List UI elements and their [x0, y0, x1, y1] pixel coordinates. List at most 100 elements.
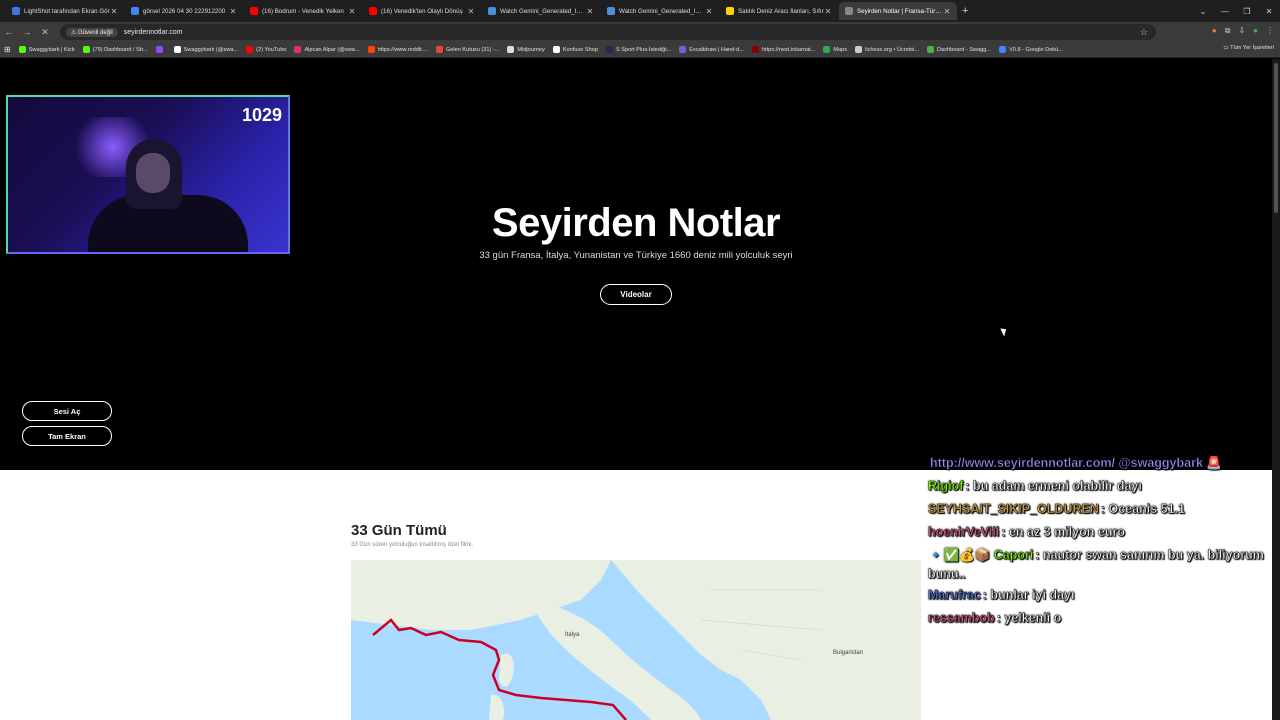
downloads-icon[interactable]: ⇩ — [1238, 26, 1245, 36]
address-bar-row: ← → ✕ ⚠ Güvenli değil seyirdennotlar.com… — [0, 22, 1280, 42]
browser-tab[interactable]: Seyirden Notlar | Fransa-Türkiye ✕ — [839, 2, 957, 20]
tab-close-icon[interactable]: ✕ — [229, 7, 237, 16]
browser-tab[interactable]: (16) Bodrum - Venedik Yelken ✕ — [244, 2, 362, 20]
tab-title: LightShot tarafından Ekran Gör — [24, 7, 110, 15]
tab-favicon-icon — [131, 7, 139, 15]
fullscreen-button[interactable]: Tam Ekran — [22, 426, 112, 446]
bookmark-favicon-icon — [855, 46, 863, 53]
apps-grid-icon[interactable]: ⊞ — [4, 45, 11, 54]
tab-close-icon[interactable]: ✕ — [586, 7, 594, 16]
tab-search-icon[interactable]: ⌄ — [1192, 7, 1214, 16]
profile-avatar-icon[interactable]: ● — [1253, 26, 1258, 36]
bookmark-item[interactable]: S Sport Plus-İstediği... — [605, 46, 672, 53]
bookmark-favicon-icon — [751, 46, 759, 53]
tab-favicon-icon — [845, 7, 853, 15]
bookmark-item[interactable]: Konfuse Shop — [552, 46, 598, 53]
bookmark-label: Alpcan Alpar (@swa... — [304, 46, 360, 53]
maximize-button[interactable]: ❐ — [1236, 7, 1258, 16]
security-chip[interactable]: ⚠ Güvenli değil — [66, 27, 118, 37]
bookmark-favicon-icon — [82, 46, 90, 53]
tab-favicon-icon — [250, 7, 258, 15]
chat-message: SEYHSAIT_SIKIP_OLDUREN: Oceanis 51.1 — [928, 498, 1274, 521]
back-icon[interactable]: ← — [0, 27, 18, 37]
omnibox[interactable]: ⚠ Güvenli değil seyirdennotlar.com ☆ — [60, 24, 1156, 40]
bookmark-item[interactable]: (79) Dashboard / Str... — [82, 46, 148, 53]
browser-tab[interactable]: Watch Gemini_Generated_Imag ✕ — [601, 2, 719, 20]
bookmark-item[interactable]: https://next.inkarnat... — [751, 46, 815, 53]
extension-icon[interactable]: ● — [1212, 26, 1217, 36]
bookmark-favicon-icon — [552, 46, 560, 53]
bookmark-item[interactable]: https://www.reddit.... — [367, 46, 428, 53]
chat-message: ressambob: yelkenli o — [928, 607, 1274, 630]
tab-title: Seyirden Notlar | Fransa-Türkiye — [857, 7, 943, 15]
bookmark-favicon-icon — [679, 46, 687, 53]
chat-message: 🔹✅💰📦 Capori: nautor swan sanırım bu ya. … — [928, 546, 1274, 584]
browser-tab[interactable]: Satılık Deniz Aracı İlanları, Sıfır ✕ — [720, 2, 838, 20]
tab-close-icon[interactable]: ✕ — [824, 7, 832, 16]
scrollbar-thumb[interactable] — [1274, 63, 1278, 213]
security-label: Güvenli değil — [78, 29, 113, 36]
bookmark-item[interactable]: V0.8 - Google Dokü... — [999, 46, 1063, 53]
close-window-button[interactable]: ✕ — [1258, 7, 1280, 16]
chat-username: Marufrac — [928, 588, 981, 602]
route-map[interactable]: İtalya Bulgaristan — [351, 560, 921, 720]
bookmark-item[interactable]: Dashboard - Swagg... — [926, 46, 991, 53]
new-tab-button[interactable]: + — [962, 5, 968, 17]
warning-icon: ⚠ — [71, 29, 79, 36]
chat-username: ressambob — [928, 611, 995, 625]
map-label-bulgaria: Bulgaristan — [833, 650, 864, 656]
tab-close-icon[interactable]: ✕ — [705, 7, 713, 16]
chat-message: http://www.seyirdennotlar.com/ @swaggyba… — [928, 452, 1274, 475]
page-scrollbar[interactable] — [1272, 59, 1280, 720]
bookmark-item[interactable]: Midjourney — [507, 46, 545, 53]
extensions-puzzle-icon[interactable]: ⧉ — [1225, 26, 1231, 36]
bookmark-label: (79) Dashboard / Str... — [92, 46, 148, 53]
bookmark-item[interactable]: Excalidraw | Hand-d... — [679, 46, 744, 53]
bookmark-label: Maps — [833, 46, 848, 53]
bookmark-item[interactable]: (2) YouTube — [246, 46, 286, 53]
url-text[interactable]: seyirdennotlar.com — [124, 29, 183, 36]
chat-text: : bunlar iyi dayı — [982, 588, 1075, 602]
chat-username: Rigiof — [928, 479, 964, 493]
all-bookmarks-folder[interactable]: ▭ Tüm Yer İşaretleri — [1223, 45, 1274, 51]
bookmark-item[interactable]: Swaggybark | Kick — [18, 46, 75, 53]
bookmark-item[interactable]: Gelen Kutusu (31) -... — [435, 46, 499, 53]
videos-button[interactable]: Videolar — [600, 284, 672, 305]
bookmark-item[interactable]: Alpcan Alpar (@swa... — [294, 46, 360, 53]
unmute-button[interactable]: Sesi Aç — [22, 401, 112, 421]
menu-kebab-icon[interactable]: ⋮ — [1266, 26, 1274, 36]
tab-close-icon[interactable]: ✕ — [110, 7, 118, 16]
bookmark-star-icon[interactable]: ☆ — [1140, 27, 1148, 38]
bookmark-label: lichess.org • Ücretsi... — [865, 46, 919, 53]
tab-favicon-icon — [607, 7, 615, 15]
tab-close-icon[interactable]: ✕ — [467, 7, 475, 16]
bookmark-item[interactable]: lichess.org • Ücretsi... — [855, 46, 919, 53]
chat-username: SEYHSAIT_SIKIP_OLDUREN — [928, 502, 1099, 516]
tab-close-icon[interactable]: ✕ — [348, 7, 356, 16]
chat-message: hoenirVeVili: en az 3 milyon euro — [928, 521, 1274, 544]
bookmark-label: Swaggybark (@swa... — [183, 46, 239, 53]
bookmark-item[interactable] — [155, 46, 166, 53]
minimize-button[interactable]: — — [1214, 7, 1236, 16]
tab-favicon-icon — [369, 7, 377, 15]
bookmark-label: S Sport Plus-İstediği... — [615, 46, 672, 53]
forward-icon[interactable]: → — [18, 27, 36, 37]
chat-message: Marufrac: bunlar iyi dayı — [928, 584, 1274, 607]
browser-tab[interactable]: Watch Gemini_Generated_Imag ✕ — [482, 2, 600, 20]
bookmark-favicon-icon — [605, 46, 613, 53]
bookmark-label: Excalidraw | Hand-d... — [689, 46, 744, 53]
bookmark-item[interactable]: Maps — [823, 46, 847, 53]
bookmark-favicon-icon — [18, 46, 26, 53]
stop-loading-icon[interactable]: ✕ — [36, 27, 54, 38]
browser-tab[interactable]: görsel 2026 04 30 222912200 ✕ — [125, 2, 243, 20]
bookmark-favicon-icon — [823, 46, 831, 53]
bookmark-item[interactable]: Swaggybark (@swa... — [173, 46, 239, 53]
bookmark-favicon-icon — [507, 46, 515, 53]
browser-tab[interactable]: (16) Venedik'ten Olaylı Dönüş ✕ — [363, 2, 481, 20]
tab-favicon-icon — [12, 7, 20, 15]
tab-title: Watch Gemini_Generated_Imag — [500, 7, 586, 15]
bookmark-favicon-icon — [173, 46, 181, 53]
chat-username: 🔹✅💰📦 Capori — [928, 548, 1034, 562]
tab-close-icon[interactable]: ✕ — [943, 7, 951, 16]
browser-tab[interactable]: LightShot tarafından Ekran Gör ✕ — [6, 2, 124, 20]
